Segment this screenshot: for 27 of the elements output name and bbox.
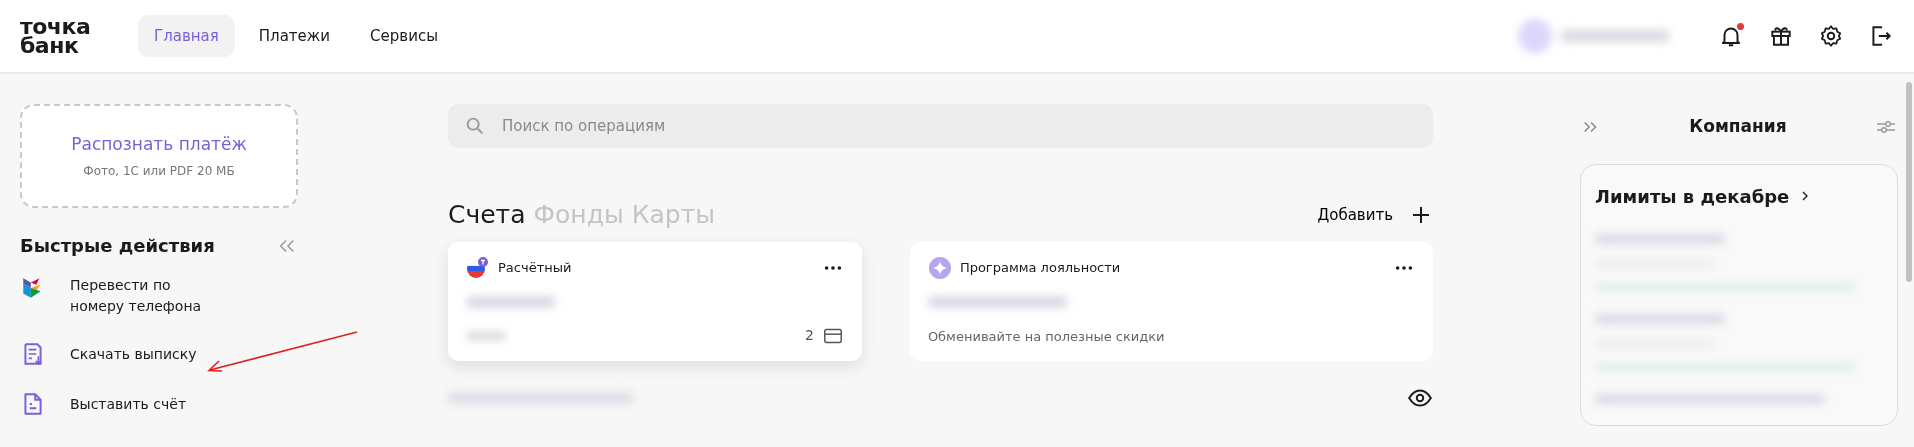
quick-action[interactable]: Перевести по номеру телефона bbox=[70, 275, 220, 317]
logo[interactable]: точка банк bbox=[20, 17, 90, 55]
search-field[interactable]: Поиск по операциям bbox=[448, 104, 1433, 148]
nav-tab[interactable]: Платежи bbox=[242, 14, 347, 58]
scrollbar[interactable] bbox=[1906, 82, 1912, 282]
account-note: Обменивайте на полезные скидки bbox=[927, 328, 1165, 346]
account-name: Расчётный bbox=[498, 258, 572, 277]
russian-flag-icon bbox=[466, 255, 490, 280]
dropzone-title: Распознать платёж bbox=[71, 133, 247, 157]
recognize-payment-dropzone[interactable]: Распознать платёж Фото, 1С или PDF 20 МБ bbox=[20, 104, 298, 208]
quick-action[interactable]: Скачать выписку bbox=[70, 343, 197, 365]
account-card[interactable]: Программа лояльности Обменивайте на полезные скидки bbox=[909, 241, 1433, 361]
section-title: Быстрые действия bbox=[20, 234, 215, 258]
account-name: Программа лояльности bbox=[959, 258, 1121, 277]
limits-title[interactable]: Лимиты в декабре bbox=[1595, 182, 1790, 210]
sparkle-icon bbox=[927, 255, 952, 280]
settings-icon[interactable] bbox=[1818, 23, 1844, 49]
quick-action[interactable]: Выставить счёт bbox=[70, 393, 187, 415]
add-button[interactable]: Добавить bbox=[1317, 202, 1433, 227]
section-tab[interactable]: Счета bbox=[448, 196, 526, 234]
nav-tab[interactable]: Сервисы bbox=[354, 14, 454, 58]
panel-title: Компания bbox=[1689, 115, 1787, 138]
nav-tab[interactable]: Главная bbox=[138, 14, 235, 58]
dropzone-hint: Фото, 1С или PDF 20 МБ bbox=[83, 162, 235, 180]
account-card[interactable]: Расчётный 2 bbox=[448, 241, 862, 361]
cards-count: 2 bbox=[804, 326, 814, 345]
search-icon bbox=[464, 115, 486, 137]
